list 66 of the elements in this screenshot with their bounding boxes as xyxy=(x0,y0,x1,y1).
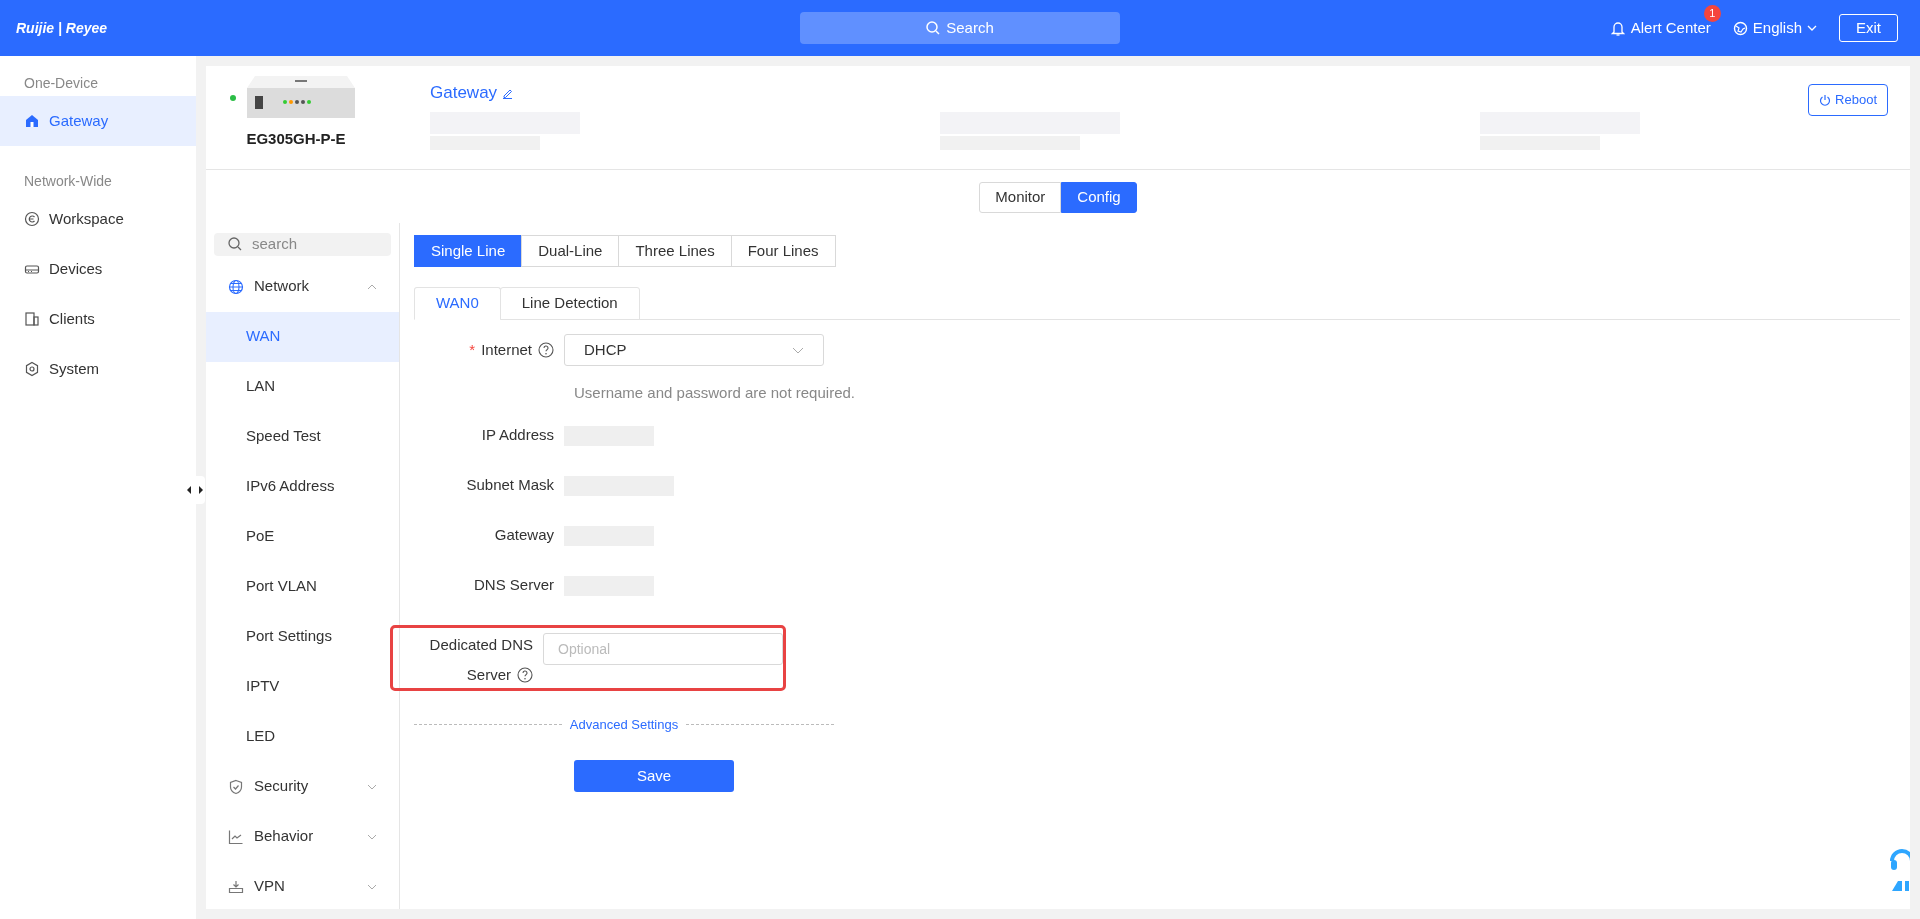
reboot-button[interactable]: Reboot xyxy=(1808,84,1888,116)
globe-icon xyxy=(1732,20,1748,36)
circle-e-icon xyxy=(24,211,40,227)
menu-item[interactable]: PoE xyxy=(206,511,399,562)
menu-item[interactable]: LAN xyxy=(206,361,399,412)
menu-item[interactable]: WAN xyxy=(206,311,399,362)
menu-item[interactable]: Speed Test xyxy=(206,411,399,462)
dedicated-dns-input[interactable]: Optional xyxy=(543,632,783,665)
menu-item[interactable]: LED xyxy=(206,711,399,762)
bell-icon xyxy=(1610,20,1625,36)
left-right-arrows-icon xyxy=(185,485,204,495)
wan-tab[interactable]: Line Detection xyxy=(499,287,640,320)
menu-item[interactable]: IPv6 Address xyxy=(206,461,399,512)
field-label: Subnet Mask xyxy=(466,475,554,496)
exit-button[interactable]: Exit xyxy=(1839,14,1898,42)
view-tab[interactable]: Config xyxy=(1061,182,1137,213)
brand-logo: Ruijie | Reyee xyxy=(16,18,109,38)
device-model: EG305GH-P-E xyxy=(246,129,346,149)
internet-select[interactable]: DHCP xyxy=(564,334,824,366)
menu-item[interactable]: Port VLAN xyxy=(206,561,399,612)
chevron-down-icon xyxy=(792,346,804,354)
field-label: Server xyxy=(466,664,511,685)
save-button[interactable]: Save xyxy=(574,760,734,792)
required-asterisk: * xyxy=(469,339,476,360)
menu-group[interactable]: Security xyxy=(206,761,399,812)
search-icon xyxy=(228,237,242,252)
notification-badge: 1 xyxy=(1703,4,1721,22)
field-label: Internet xyxy=(481,339,532,360)
line-tab[interactable]: Three Lines xyxy=(618,235,732,267)
nav-item[interactable]: Clients xyxy=(0,294,196,344)
language-selector[interactable]: English xyxy=(1732,16,1817,40)
building-icon xyxy=(24,311,40,327)
menu-item[interactable]: IPTV xyxy=(206,661,399,712)
nav-item[interactable]: Gateway xyxy=(0,96,196,146)
power-icon xyxy=(1819,94,1832,106)
nav-item[interactable]: Devices xyxy=(0,244,196,294)
menu-item[interactable]: Port Settings xyxy=(206,611,399,662)
chevron-down-icon xyxy=(1807,25,1817,31)
hexagon-gear-icon xyxy=(24,361,40,377)
view-tab[interactable]: Monitor xyxy=(979,182,1062,213)
field-label: IP Address xyxy=(481,425,554,446)
hint-text: Username and password are not required. xyxy=(574,383,856,403)
device-name: Gateway xyxy=(430,82,498,104)
line-chart-icon xyxy=(228,828,244,845)
help-icon xyxy=(538,342,554,358)
field-label: Gateway xyxy=(494,525,554,546)
line-tab[interactable]: Dual-Line xyxy=(521,235,620,267)
shield-check-icon xyxy=(228,778,244,795)
help-icon xyxy=(517,666,533,683)
line-tab[interactable]: Four Lines xyxy=(730,235,836,267)
menu-group[interactable]: Network xyxy=(206,261,399,312)
nav-item[interactable]: System xyxy=(0,344,196,394)
globe-icon xyxy=(228,278,244,295)
wan-tab[interactable]: WAN0 xyxy=(414,287,501,320)
search-icon xyxy=(926,21,941,35)
nav-section-title: Network-Wide xyxy=(23,171,113,191)
menu-group[interactable]: VPN xyxy=(206,861,399,909)
field-label: DNS Server xyxy=(473,575,554,596)
menu-group[interactable]: Behavior xyxy=(206,811,399,862)
line-tab[interactable]: Single Line xyxy=(414,235,523,267)
nav-item[interactable]: Workspace xyxy=(0,194,196,244)
nav-section-title: One-Device xyxy=(23,73,99,93)
advanced-settings-link[interactable]: Advanced Settings xyxy=(561,714,687,734)
upload-tray-icon xyxy=(228,878,244,895)
home-icon xyxy=(24,113,40,129)
field-label: Dedicated DNS xyxy=(429,635,533,656)
